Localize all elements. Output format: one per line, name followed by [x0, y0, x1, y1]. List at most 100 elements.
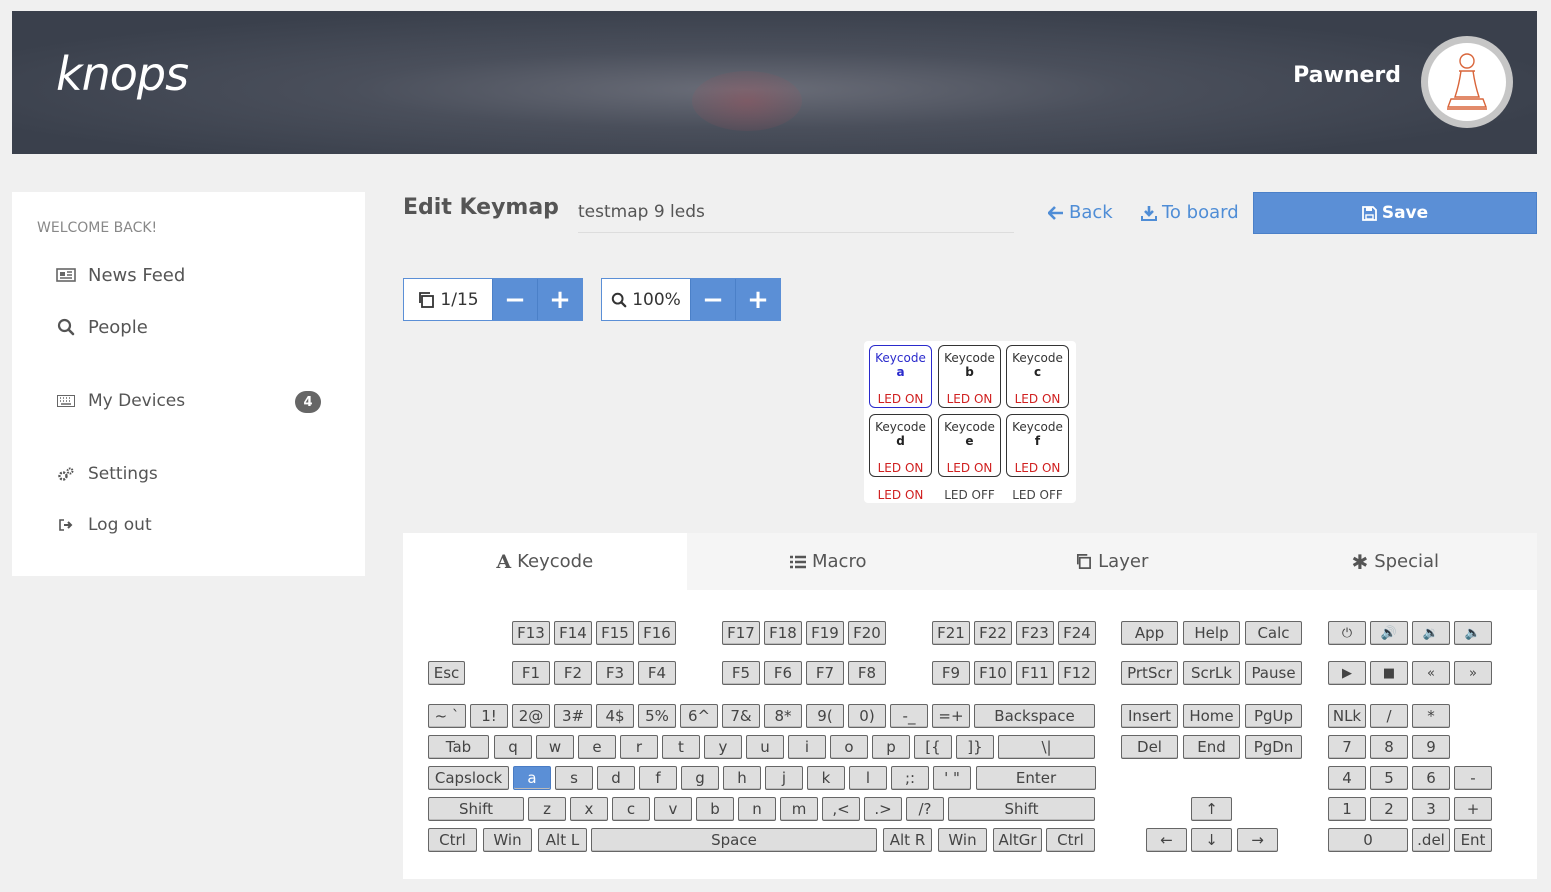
- keymap-name-input[interactable]: [578, 197, 1014, 233]
- key-app[interactable]: App: [1121, 621, 1178, 645]
- key-e[interactable]: e: [578, 735, 616, 759]
- to-board-button[interactable]: To board: [1141, 202, 1239, 223]
- key-del[interactable]: .del: [1412, 828, 1450, 852]
- key-symbol[interactable]: 🔊: [1370, 621, 1408, 645]
- key-9[interactable]: 9: [1412, 735, 1450, 759]
- key-f8[interactable]: F8: [848, 661, 886, 685]
- key-r[interactable]: r: [620, 735, 658, 759]
- key-symbol[interactable]: 🔈: [1454, 621, 1492, 645]
- key-help[interactable]: Help: [1183, 621, 1240, 645]
- key-symbol[interactable]: \|: [998, 735, 1095, 759]
- key-t[interactable]: t: [662, 735, 700, 759]
- key-y[interactable]: y: [704, 735, 742, 759]
- key-alt-l[interactable]: Alt L: [538, 828, 587, 852]
- key-5[interactable]: 5: [1370, 766, 1408, 790]
- keymap-key-c[interactable]: Keycode c LED ON: [1006, 345, 1069, 408]
- key-nlk[interactable]: NLk: [1328, 704, 1366, 728]
- key-a[interactable]: a: [513, 766, 551, 790]
- key-7[interactable]: 7: [1328, 735, 1366, 759]
- sidebar-item-my-devices[interactable]: My Devices: [55, 390, 185, 412]
- key-altgr[interactable]: AltGr: [993, 828, 1042, 852]
- key-symbol[interactable]: ■: [1370, 661, 1408, 685]
- key-z[interactable]: z: [528, 797, 566, 821]
- key-m[interactable]: m: [780, 797, 818, 821]
- key-symbol[interactable]: [{: [914, 735, 952, 759]
- key-4[interactable]: 4$: [596, 704, 634, 728]
- key-pgup[interactable]: PgUp: [1245, 704, 1302, 728]
- zoom-in-button[interactable]: +: [735, 279, 780, 320]
- key-3[interactable]: 3#: [554, 704, 592, 728]
- key-f18[interactable]: F18: [764, 621, 802, 645]
- key-f17[interactable]: F17: [722, 621, 760, 645]
- keymap-key-a[interactable]: Keycode a LED ON: [869, 345, 932, 408]
- extra-led-status[interactable]: LED OFF: [938, 488, 1001, 502]
- key-symbol[interactable]: ▶: [1328, 661, 1366, 685]
- key-symbol[interactable]: /: [1370, 704, 1408, 728]
- key-g[interactable]: g: [681, 766, 719, 790]
- key-shift[interactable]: Shift: [428, 797, 524, 821]
- key-symbol[interactable]: -: [1454, 766, 1492, 790]
- key-symbol[interactable]: ⏻: [1328, 621, 1366, 645]
- key-enter[interactable]: Enter: [976, 766, 1096, 790]
- key-f22[interactable]: F22: [974, 621, 1012, 645]
- key-symbol[interactable]: «: [1412, 661, 1450, 685]
- keymap-key-d[interactable]: Keycode d LED ON: [869, 414, 932, 477]
- tab-special[interactable]: ✱ Special: [1254, 533, 1538, 590]
- sidebar-item-settings[interactable]: Settings: [55, 463, 158, 485]
- key-q[interactable]: q: [494, 735, 532, 759]
- key-win[interactable]: Win: [938, 828, 987, 852]
- key-shift[interactable]: Shift: [948, 797, 1095, 821]
- back-button[interactable]: Back: [1048, 202, 1113, 223]
- key-o[interactable]: o: [830, 735, 868, 759]
- save-button[interactable]: Save: [1253, 192, 1537, 234]
- key-ctrl[interactable]: Ctrl: [1046, 828, 1095, 852]
- key-symbol[interactable]: →: [1237, 828, 1278, 852]
- key-esc[interactable]: Esc: [428, 661, 465, 685]
- key-f15[interactable]: F15: [596, 621, 634, 645]
- key-f10[interactable]: F10: [974, 661, 1012, 685]
- key-f1[interactable]: F1: [512, 661, 550, 685]
- key-f9[interactable]: F9: [932, 661, 970, 685]
- key-l[interactable]: l: [849, 766, 887, 790]
- key-i[interactable]: i: [788, 735, 826, 759]
- key-f11[interactable]: F11: [1016, 661, 1054, 685]
- key-9[interactable]: 9(: [806, 704, 844, 728]
- key-capslock[interactable]: Capslock: [428, 766, 509, 790]
- key-3[interactable]: 3: [1412, 797, 1450, 821]
- key-6[interactable]: 6^: [680, 704, 718, 728]
- key-5[interactable]: 5%: [638, 704, 676, 728]
- tab-keycode[interactable]: A Keycode: [403, 533, 687, 590]
- key-d[interactable]: d: [597, 766, 635, 790]
- key-f16[interactable]: F16: [638, 621, 676, 645]
- key-1[interactable]: 1!: [470, 704, 508, 728]
- key-x[interactable]: x: [570, 797, 608, 821]
- tab-layer[interactable]: Layer: [970, 533, 1254, 590]
- key-symbol[interactable]: ←: [1146, 828, 1187, 852]
- key-pause[interactable]: Pause: [1245, 661, 1302, 685]
- key-8[interactable]: 8*: [764, 704, 802, 728]
- sidebar-item-people[interactable]: People: [55, 316, 148, 338]
- key-f21[interactable]: F21: [932, 621, 970, 645]
- key-symbol[interactable]: ]}: [956, 735, 994, 759]
- tab-macro[interactable]: Macro: [687, 533, 971, 590]
- key-j[interactable]: j: [765, 766, 803, 790]
- extra-led-status[interactable]: LED OFF: [1006, 488, 1069, 502]
- key-f24[interactable]: F24: [1058, 621, 1096, 645]
- keymap-key-e[interactable]: Keycode e LED ON: [938, 414, 1001, 477]
- key-del[interactable]: Del: [1121, 735, 1178, 759]
- key-p[interactable]: p: [872, 735, 910, 759]
- key-v[interactable]: v: [654, 797, 692, 821]
- key-f3[interactable]: F3: [596, 661, 634, 685]
- layer-increment-button[interactable]: +: [537, 279, 582, 320]
- avatar[interactable]: [1421, 36, 1513, 128]
- key-end[interactable]: End: [1183, 735, 1240, 759]
- key-pgdn[interactable]: PgDn: [1245, 735, 1302, 759]
- key-f5[interactable]: F5: [722, 661, 760, 685]
- key-f7[interactable]: F7: [806, 661, 844, 685]
- key-symbol[interactable]: 🔉: [1412, 621, 1450, 645]
- key-win[interactable]: Win: [483, 828, 532, 852]
- zoom-out-button[interactable]: −: [690, 279, 735, 320]
- key-tab[interactable]: Tab: [428, 735, 489, 759]
- key-symbol[interactable]: ~ `: [428, 704, 466, 728]
- key-symbol[interactable]: ↑: [1191, 797, 1232, 821]
